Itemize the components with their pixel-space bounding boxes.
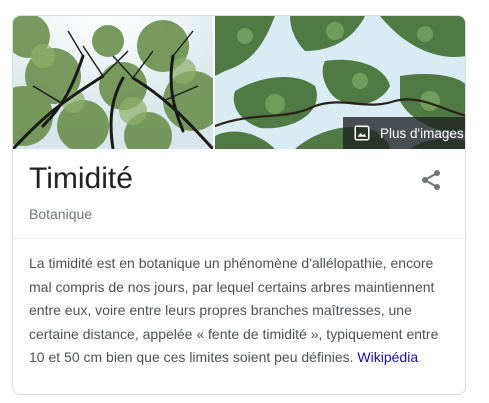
image-strip: Plus d'images <box>13 16 465 149</box>
more-images-label: Plus d'images <box>380 125 464 141</box>
knowledge-panel: Plus d'images Timidité Botanique La timi… <box>12 15 466 395</box>
wikipedia-link[interactable]: Wikipédia <box>357 349 418 365</box>
share-icon <box>422 170 440 190</box>
tree-canopy-image-1[interactable] <box>13 16 213 149</box>
panel-subtitle: Botanique <box>29 206 93 222</box>
more-images-button[interactable]: Plus d'images <box>343 117 465 149</box>
tree-canopy-image-2[interactable]: Plus d'images <box>215 16 465 149</box>
divider <box>13 238 465 239</box>
share-button[interactable] <box>419 168 443 192</box>
panel-description: La timidité est en botanique un phénomèn… <box>29 252 455 370</box>
panel-title: Timidité <box>29 162 133 195</box>
image-icon <box>354 125 370 141</box>
